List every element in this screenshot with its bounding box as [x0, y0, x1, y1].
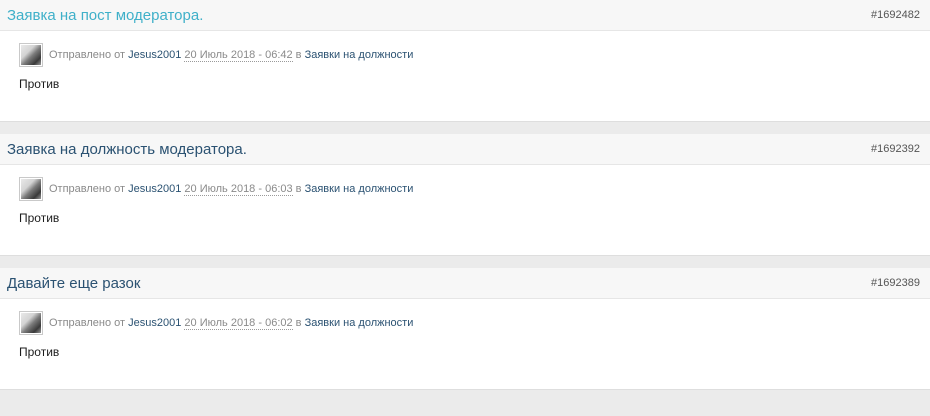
post-title-link[interactable]: Давайте еще разок	[7, 275, 140, 292]
sent-by-label: Отправлено от	[49, 317, 126, 329]
post-date: 20 Июль 2018 - 06:03	[184, 182, 293, 196]
post-result: Заявка на должность модератора. #1692392…	[0, 134, 930, 256]
post-header: Заявка на должность модератора. #1692392	[0, 134, 930, 165]
divider	[0, 256, 930, 268]
post-id-link[interactable]: #1692389	[871, 277, 920, 289]
post-title-link[interactable]: Заявка на пост модератора.	[7, 7, 203, 24]
post-result: Заявка на пост модератора. #1692482 Отпр…	[0, 0, 930, 122]
avatar[interactable]	[19, 177, 43, 201]
avatar[interactable]	[19, 43, 43, 67]
post-text: Против	[19, 345, 60, 359]
post-text: Против	[19, 211, 60, 225]
forum-link[interactable]: Заявки на должности	[305, 183, 414, 195]
post-title-link[interactable]: Заявка на должность модератора.	[7, 141, 247, 158]
post-meta: Отправлено от Jesus2001 20 Июль 2018 - 0…	[19, 311, 930, 335]
post-date: 20 Июль 2018 - 06:02	[184, 316, 293, 330]
forum-link[interactable]: Заявки на должности	[305, 49, 414, 61]
avatar-image	[21, 45, 41, 65]
avatar[interactable]	[19, 311, 43, 335]
post-id-link[interactable]: #1692392	[871, 143, 920, 155]
post-body: Отправлено от Jesus2001 20 Июль 2018 - 0…	[0, 31, 930, 121]
avatar-image	[21, 179, 41, 199]
post-id-link[interactable]: #1692482	[871, 9, 920, 21]
avatar-image	[21, 313, 41, 333]
post-result: Давайте еще разок #1692389 Отправлено от…	[0, 268, 930, 390]
post-date: 20 Июль 2018 - 06:42	[184, 48, 293, 62]
post-body: Отправлено от Jesus2001 20 Июль 2018 - 0…	[0, 299, 930, 389]
sent-by-label: Отправлено от	[49, 183, 126, 195]
author-link[interactable]: Jesus2001	[128, 49, 181, 61]
post-header: Заявка на пост модератора. #1692482	[0, 0, 930, 31]
sent-by-label: Отправлено от	[49, 49, 126, 61]
post-text: Против	[19, 77, 60, 91]
search-results: Заявка на пост модератора. #1692482 Отпр…	[0, 0, 930, 390]
author-link[interactable]: Jesus2001	[128, 317, 181, 329]
divider	[0, 122, 930, 134]
forum-link[interactable]: Заявки на должности	[305, 317, 414, 329]
author-link[interactable]: Jesus2001	[128, 183, 181, 195]
post-body: Отправлено от Jesus2001 20 Июль 2018 - 0…	[0, 165, 930, 255]
post-header: Давайте еще разок #1692389	[0, 268, 930, 299]
post-meta: Отправлено от Jesus2001 20 Июль 2018 - 0…	[19, 43, 930, 67]
post-meta: Отправлено от Jesus2001 20 Июль 2018 - 0…	[19, 177, 930, 201]
